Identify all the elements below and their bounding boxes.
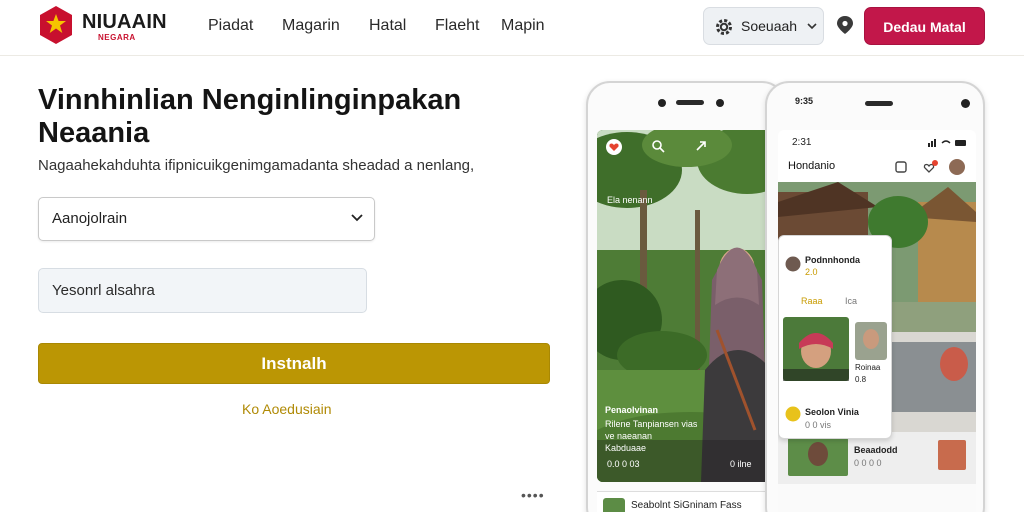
- tab-two[interactable]: Ica: [845, 296, 857, 306]
- sensor-dot: [716, 99, 724, 107]
- nav-item-5[interactable]: Mapin: [501, 17, 545, 35]
- input-value: Yesonrl alsahra: [52, 282, 155, 299]
- install-button[interactable]: Instnalh: [38, 343, 550, 384]
- brand-subtitle: NEGARA: [98, 33, 136, 42]
- phone-mockup-left: Ela nenann Penaolvinan Rilene Tanpiansen…: [586, 81, 786, 512]
- row2-meta: 0 0 0 0: [854, 458, 882, 468]
- tab-one[interactable]: Raaa: [801, 296, 823, 306]
- share-icon[interactable]: [694, 139, 708, 153]
- gear-icon: [716, 19, 732, 35]
- heart-icon[interactable]: [605, 138, 623, 156]
- nav-item-4[interactable]: Flaeht: [435, 17, 479, 35]
- caption-line-2: ve naeanan: [605, 431, 653, 441]
- chevron-down-icon: [351, 214, 363, 222]
- thumbnail-photo: [783, 317, 849, 381]
- caption-line-1: Rilene Tanpiansen vias: [605, 419, 698, 429]
- avatar: [785, 256, 801, 272]
- heart-notification-icon[interactable]: [922, 160, 938, 174]
- top-status: 9:35: [795, 96, 814, 106]
- phone-mockup-right: 9:35 2:31 Hondanio Podnnhonda 2.0 Raaa I…: [765, 81, 985, 512]
- search-icon[interactable]: [651, 139, 665, 153]
- row-title: Seolon Vinia: [805, 407, 859, 417]
- speaker-bar: [865, 101, 893, 106]
- text-input[interactable]: Yesonrl alsahra: [38, 268, 367, 313]
- media-meta: 0.0 0 03: [607, 459, 640, 469]
- media-tag: Ela nenann: [607, 195, 653, 205]
- location-pin-icon[interactable]: [834, 14, 856, 36]
- copy-icon[interactable]: [894, 160, 908, 174]
- select-value: Aanojolrain: [52, 210, 128, 227]
- brand-name[interactable]: NIUAAIN: [82, 11, 167, 34]
- status-time: 2:31: [792, 137, 812, 148]
- page-subtitle: Nagaahekahduhta ifipnicuikgenimgamadanta…: [38, 157, 475, 174]
- media-meta-right: 0 ilne: [730, 459, 752, 469]
- bottom-card-label: Seabolnt SiGninam Fass: [631, 500, 742, 511]
- row-meta: 0 0 vis: [805, 420, 832, 430]
- row2-title: Beaadodd: [854, 445, 898, 455]
- bottom-card[interactable]: Seabolnt SiGninam Fass: [597, 491, 777, 512]
- nav-item-3[interactable]: Hatal: [369, 17, 406, 35]
- category-select[interactable]: Aanojolrain: [38, 197, 375, 241]
- status-icons: [928, 139, 966, 147]
- thumbnail-photo-small: [855, 322, 887, 360]
- card-name: Podnnhonda: [805, 255, 860, 265]
- secondary-link[interactable]: Ko Aoedusiain: [242, 401, 332, 417]
- page: NIUAAIN NEGARA Piadat Magarin Hatal Flae…: [0, 0, 1024, 512]
- page-title: Vinnhinlian Nenginlinginpakan Neaania: [38, 84, 462, 149]
- camera-dot: [658, 99, 666, 107]
- avatar[interactable]: [948, 158, 966, 176]
- thumb-caption: Roinaa: [855, 363, 881, 372]
- thumbnail-icon: [603, 498, 625, 512]
- card-meta: 2.0: [805, 267, 818, 277]
- language-selector[interactable]: Soeuaah: [703, 7, 824, 45]
- garden-photo: [597, 130, 777, 482]
- pager-dots[interactable]: ••••: [521, 487, 545, 503]
- app-title: Hondanio: [788, 160, 836, 172]
- language-label: Soeuaah: [741, 18, 798, 34]
- chevron-down-icon: [807, 23, 817, 30]
- speaker-bar: [676, 100, 704, 105]
- top-navbar: NIUAAIN NEGARA Piadat Magarin Hatal Flae…: [0, 0, 1024, 56]
- cta-button[interactable]: Dedau Matal: [864, 7, 985, 45]
- star-icon: [785, 406, 801, 422]
- nav-item-2[interactable]: Magarin: [282, 17, 340, 35]
- caption-line-3: Kabduaae: [605, 443, 647, 453]
- thumb-meta: 0.8: [855, 375, 867, 384]
- caption-title: Penaolvinan: [605, 405, 659, 415]
- profile-card[interactable]: Podnnhonda 2.0 Raaa Ica Roinaa 0.8 Seolo…: [778, 235, 892, 439]
- nav-item-1[interactable]: Piadat: [208, 17, 253, 35]
- app-screen: 2:31 Hondanio Podnnhonda 2.0 Raaa Ica Ro…: [778, 130, 976, 512]
- camera-dot: [961, 99, 970, 108]
- feed-photo-screen[interactable]: Ela nenann Penaolvinan Rilene Tanpiansen…: [597, 130, 777, 482]
- logo-icon[interactable]: [38, 5, 74, 45]
